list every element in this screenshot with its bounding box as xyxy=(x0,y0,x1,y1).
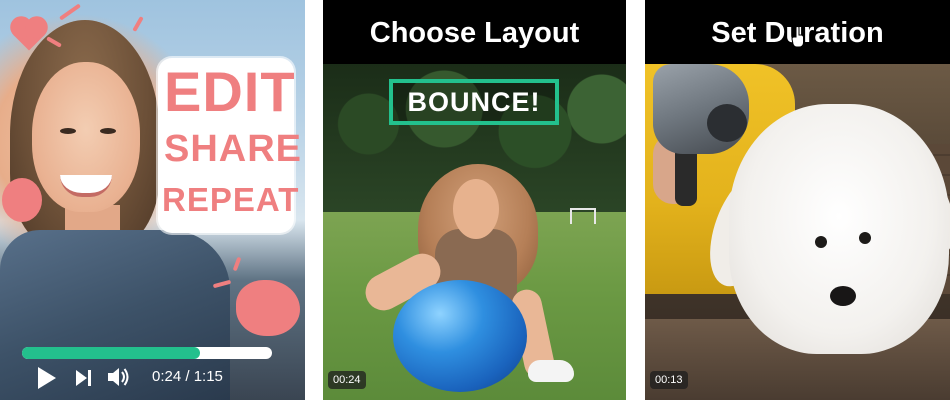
panel-set-duration: Set Duration 00:13 xyxy=(645,0,950,400)
eye-left xyxy=(60,128,76,134)
dog-eye xyxy=(815,236,827,248)
panel-title: Choose Layout xyxy=(323,0,626,64)
shoe-shape xyxy=(528,360,574,382)
sticker-text-edit: EDIT xyxy=(164,60,296,123)
eye-right xyxy=(100,128,116,134)
panel-choose-layout: Choose Layout BOUNCE! 00:24 xyxy=(323,0,626,400)
pink-blob-sticker xyxy=(236,280,300,336)
exercise-ball xyxy=(393,280,527,392)
play-icon[interactable] xyxy=(38,367,56,389)
app-promo-collage: EDIT SHARE REPEAT 0:24 / 1:15 Choose Lay… xyxy=(0,0,950,400)
face-shape xyxy=(453,179,499,239)
hand-cursor-icon xyxy=(791,26,805,48)
sticker-text-share: SHARE xyxy=(164,128,303,170)
dog-nose xyxy=(830,286,856,306)
video-progress-bar[interactable] xyxy=(22,347,272,359)
hair-dryer-nozzle xyxy=(707,104,747,142)
sticker-text-repeat: REPEAT xyxy=(162,181,300,218)
video-progress-fill xyxy=(22,347,200,359)
volume-icon[interactable] xyxy=(106,366,130,388)
dog-body xyxy=(729,104,949,354)
video-time-display: 0:24 / 1:15 xyxy=(152,368,223,385)
dog-eye xyxy=(859,232,871,244)
clip-duration-badge: 00:13 xyxy=(650,371,688,389)
skip-next-icon[interactable] xyxy=(76,370,92,386)
clip-duration-badge: 00:24 xyxy=(328,371,366,389)
panel-edit-share-repeat: EDIT SHARE REPEAT 0:24 / 1:15 xyxy=(0,0,305,400)
skip-next-triangle xyxy=(76,370,87,386)
skip-next-bar xyxy=(88,370,91,386)
hair-dryer-handle xyxy=(675,146,697,206)
pink-blob-sticker xyxy=(2,178,42,222)
bounce-photo: BOUNCE! 00:24 xyxy=(323,64,626,400)
dog-photo: 00:13 xyxy=(645,64,950,400)
soccer-goal xyxy=(570,208,596,224)
layout-badge-text: BOUNCE! xyxy=(407,87,541,117)
